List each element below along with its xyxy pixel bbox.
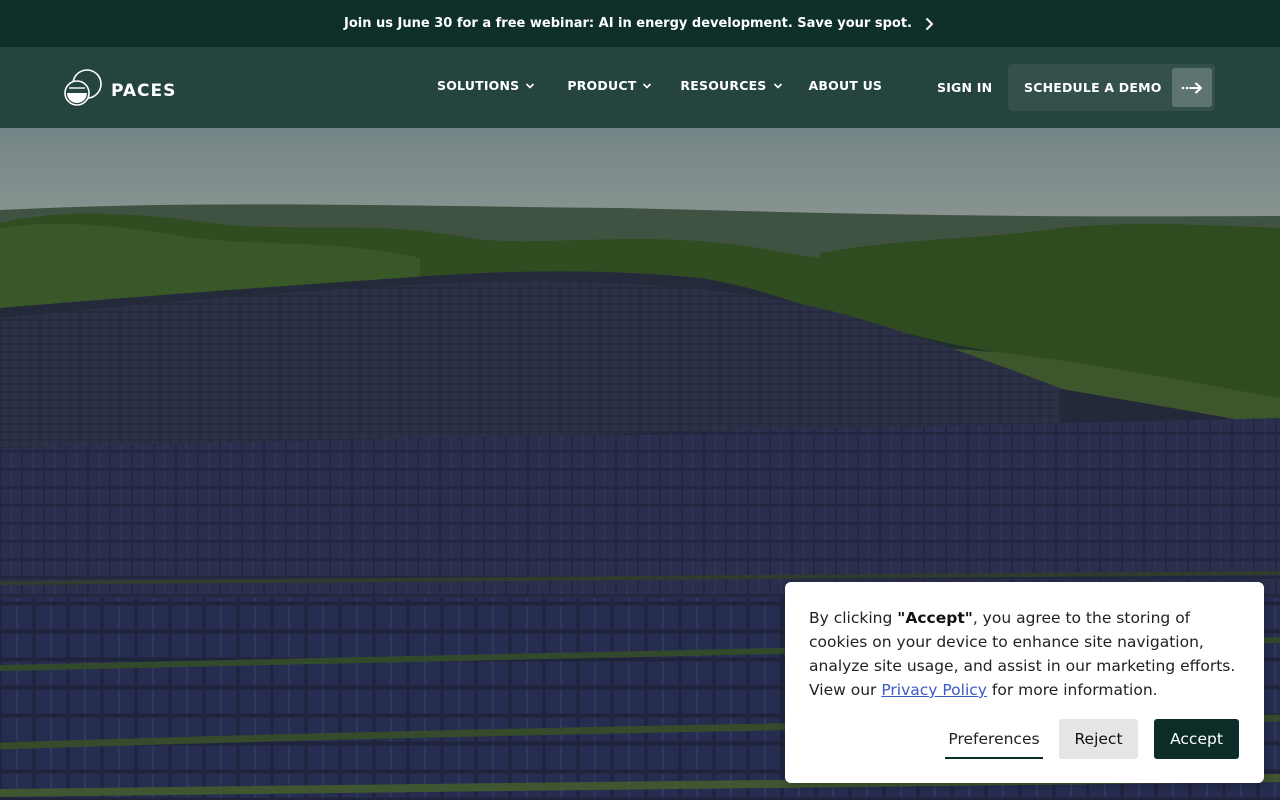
- announcement-bar[interactable]: Join us June 30 for a free webinar: AI i…: [0, 0, 1280, 47]
- chevron-down-icon: [773, 81, 783, 91]
- schedule-demo-label: SCHEDULE A DEMO: [1024, 80, 1162, 95]
- privacy-policy-link[interactable]: Privacy Policy: [881, 681, 987, 699]
- cookie-text-accept-quote: "Accept": [897, 609, 973, 627]
- announcement-text[interactable]: Join us June 30 for a free webinar: AI i…: [344, 16, 912, 31]
- logo-text: PACES: [111, 80, 177, 101]
- nav-product-label: PRODUCT: [567, 78, 637, 93]
- chevron-right-icon[interactable]: [922, 17, 936, 31]
- main-nav: SOLUTIONS PRODUCT RESOURCES ABOUT US: [437, 78, 882, 93]
- cookie-text-start: By clicking: [809, 609, 898, 627]
- schedule-demo-button[interactable]: SCHEDULE A DEMO: [1008, 64, 1215, 111]
- arrow-right-icon: [1172, 68, 1212, 107]
- nav-resources[interactable]: RESOURCES: [680, 78, 782, 93]
- cookie-banner: By clicking "Accept", you agree to the s…: [785, 582, 1264, 783]
- accept-button[interactable]: Accept: [1154, 719, 1239, 759]
- nav-solutions[interactable]: SOLUTIONS: [437, 78, 535, 93]
- chevron-down-icon: [525, 81, 535, 91]
- chevron-down-icon: [642, 81, 652, 91]
- nav-product[interactable]: PRODUCT: [567, 78, 652, 93]
- site-header: PACES SOLUTIONS PRODUCT RESOURCES ABOUT …: [0, 47, 1280, 128]
- sign-in-link[interactable]: SIGN IN: [937, 80, 992, 95]
- logo[interactable]: PACES: [63, 68, 176, 113]
- nav-about-us-label: ABOUT US: [808, 78, 883, 93]
- preferences-button[interactable]: Preferences: [945, 720, 1043, 759]
- cookie-text-end: for more information.: [986, 681, 1158, 699]
- paces-logo-icon: [63, 68, 103, 113]
- reject-button[interactable]: Reject: [1059, 719, 1138, 759]
- nav-resources-label: RESOURCES: [680, 78, 767, 93]
- nav-about-us[interactable]: ABOUT US: [809, 78, 883, 93]
- cookie-message: By clicking "Accept", you agree to the s…: [809, 606, 1249, 702]
- nav-solutions-label: SOLUTIONS: [437, 78, 520, 93]
